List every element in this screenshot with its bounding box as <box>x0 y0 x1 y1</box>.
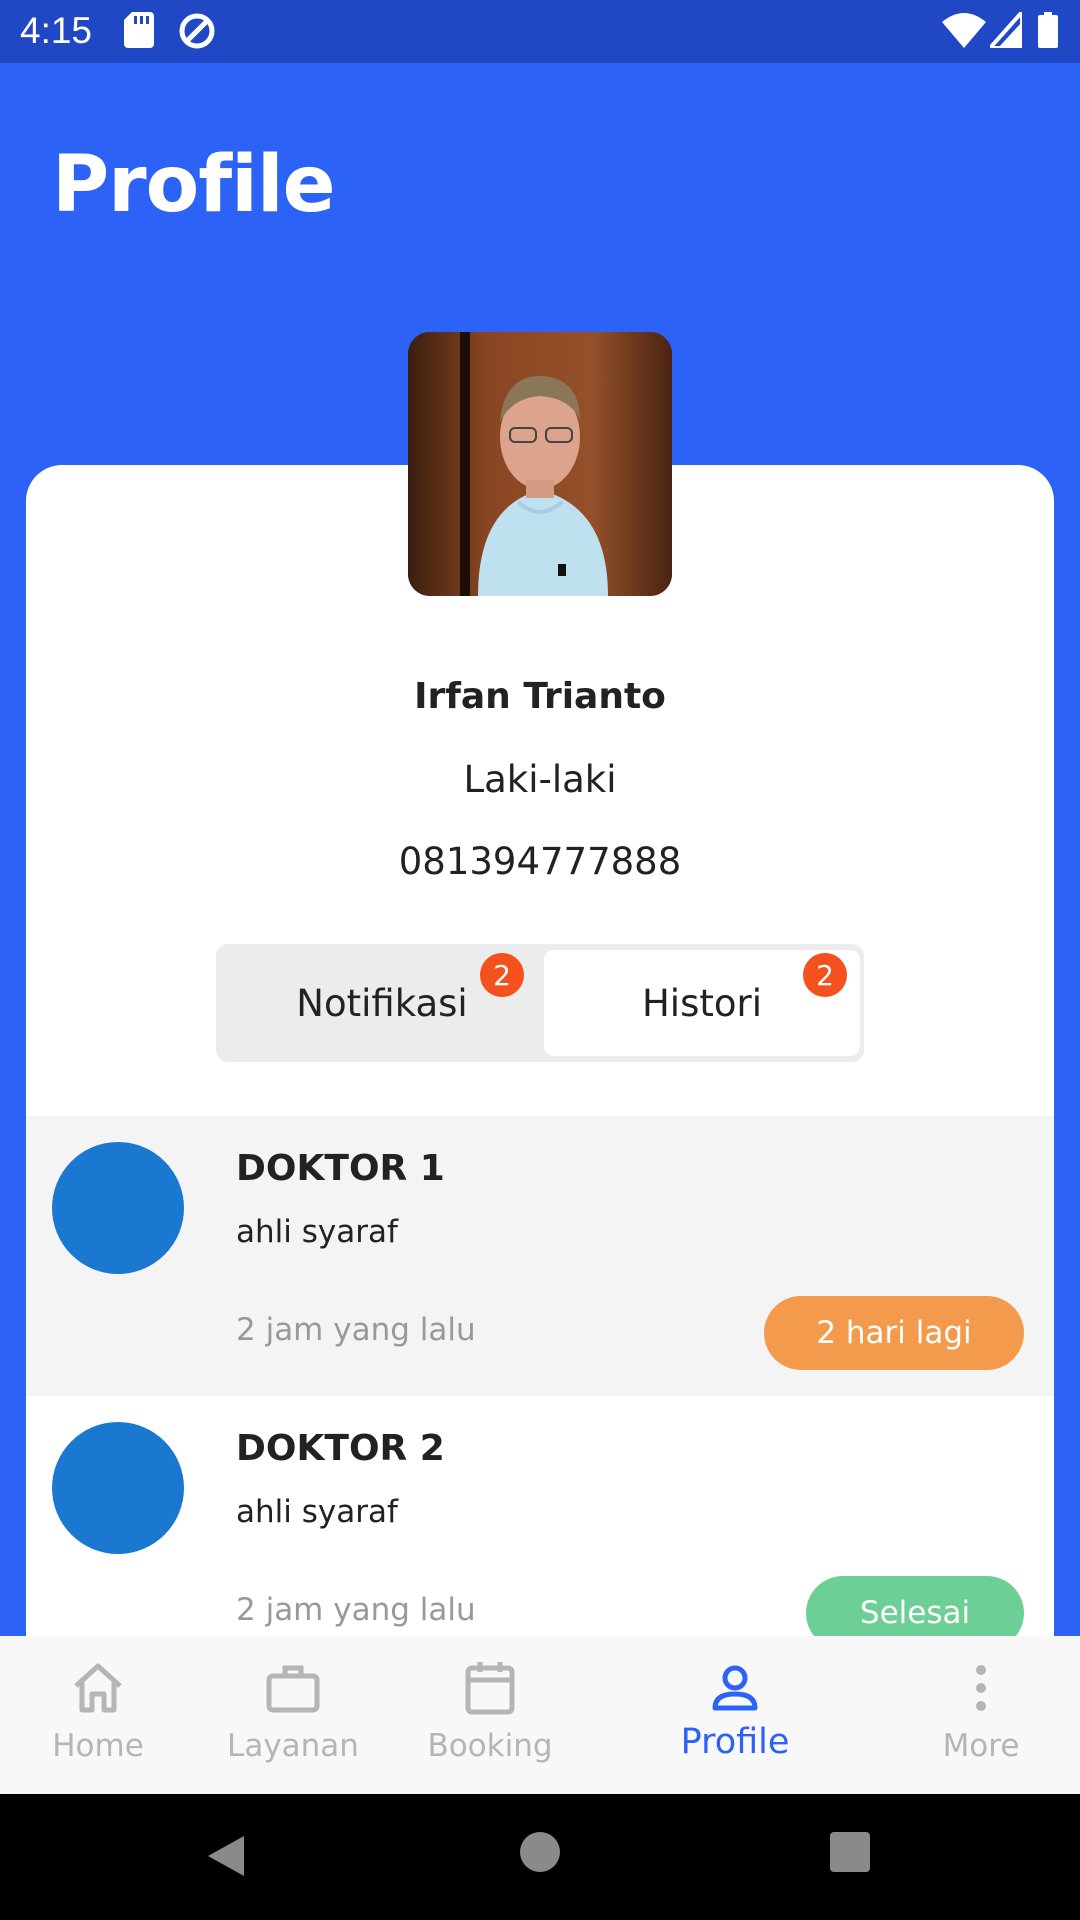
status-bar: 4:15 <box>0 0 1080 63</box>
doctor-name: DOKTOR 2 <box>236 1428 445 1469</box>
status-time: 4:15 <box>20 10 93 51</box>
status-badge: 2 hari lagi <box>764 1296 1024 1370</box>
tab-label: Histori <box>641 981 762 1025</box>
nav-item-booking[interactable]: Booking <box>390 1636 590 1794</box>
recent-apps-button[interactable] <box>830 1832 870 1872</box>
nav-label: Profile <box>680 1722 790 1762</box>
sd-card-icon <box>124 12 154 48</box>
profile-name: Irfan Trianto <box>414 676 666 717</box>
page-title: Profile <box>52 140 336 230</box>
status-badge: Selesai <box>806 1576 1024 1636</box>
notifikasi-count-badge: 2 <box>480 953 524 997</box>
sync-icon <box>179 13 215 49</box>
avatar[interactable] <box>408 332 672 596</box>
nav-label: Booking <box>427 1728 553 1764</box>
briefcase-icon <box>266 1665 320 1713</box>
doctor-specialty: ahli syaraf <box>236 1214 398 1250</box>
profile-gender: Laki-laki <box>463 758 617 801</box>
list-item[interactable]: DOKTOR 1 ahli syaraf 2 jam yang lalu 2 h… <box>26 1116 1054 1396</box>
nav-item-layanan[interactable]: Layanan <box>193 1636 393 1794</box>
list-item[interactable]: DOKTOR 2 ahli syaraf 2 jam yang lalu Sel… <box>26 1396 1054 1636</box>
home-icon <box>74 1663 122 1713</box>
doctor-specialty: ahli syaraf <box>236 1494 398 1530</box>
nav-label: Home <box>52 1728 144 1764</box>
bottom-navigation: Home Layanan Booking Profile More <box>0 1636 1080 1794</box>
nav-item-more[interactable]: More <box>881 1636 1080 1794</box>
back-icon[interactable] <box>206 1834 246 1878</box>
doctor-avatar <box>52 1142 184 1274</box>
profile-phone: 081394777888 <box>398 840 682 883</box>
tab-label: Notifikasi <box>296 981 468 1025</box>
person-icon <box>712 1665 758 1711</box>
more-vertical-icon <box>976 1665 986 1711</box>
nav-label: More <box>942 1728 1020 1764</box>
histori-count-badge: 2 <box>803 953 847 997</box>
nav-item-home[interactable]: Home <box>0 1636 198 1794</box>
battery-icon <box>1038 12 1058 48</box>
nav-label: Layanan <box>227 1728 359 1764</box>
avatar-photo <box>408 332 672 596</box>
timestamp: 2 jam yang lalu <box>236 1312 476 1348</box>
calendar-icon <box>465 1662 515 1715</box>
signal-icon <box>990 12 1022 48</box>
home-button[interactable] <box>520 1832 560 1872</box>
tab-switcher: Notifikasi Histori <box>216 944 864 1062</box>
timestamp: 2 jam yang lalu <box>236 1592 476 1628</box>
nav-item-profile[interactable]: Profile <box>635 1636 835 1794</box>
doctor-name: DOKTOR 1 <box>236 1148 445 1189</box>
system-navigation-bar <box>0 1794 1080 1920</box>
wifi-icon <box>942 13 986 48</box>
doctor-avatar <box>52 1422 184 1554</box>
